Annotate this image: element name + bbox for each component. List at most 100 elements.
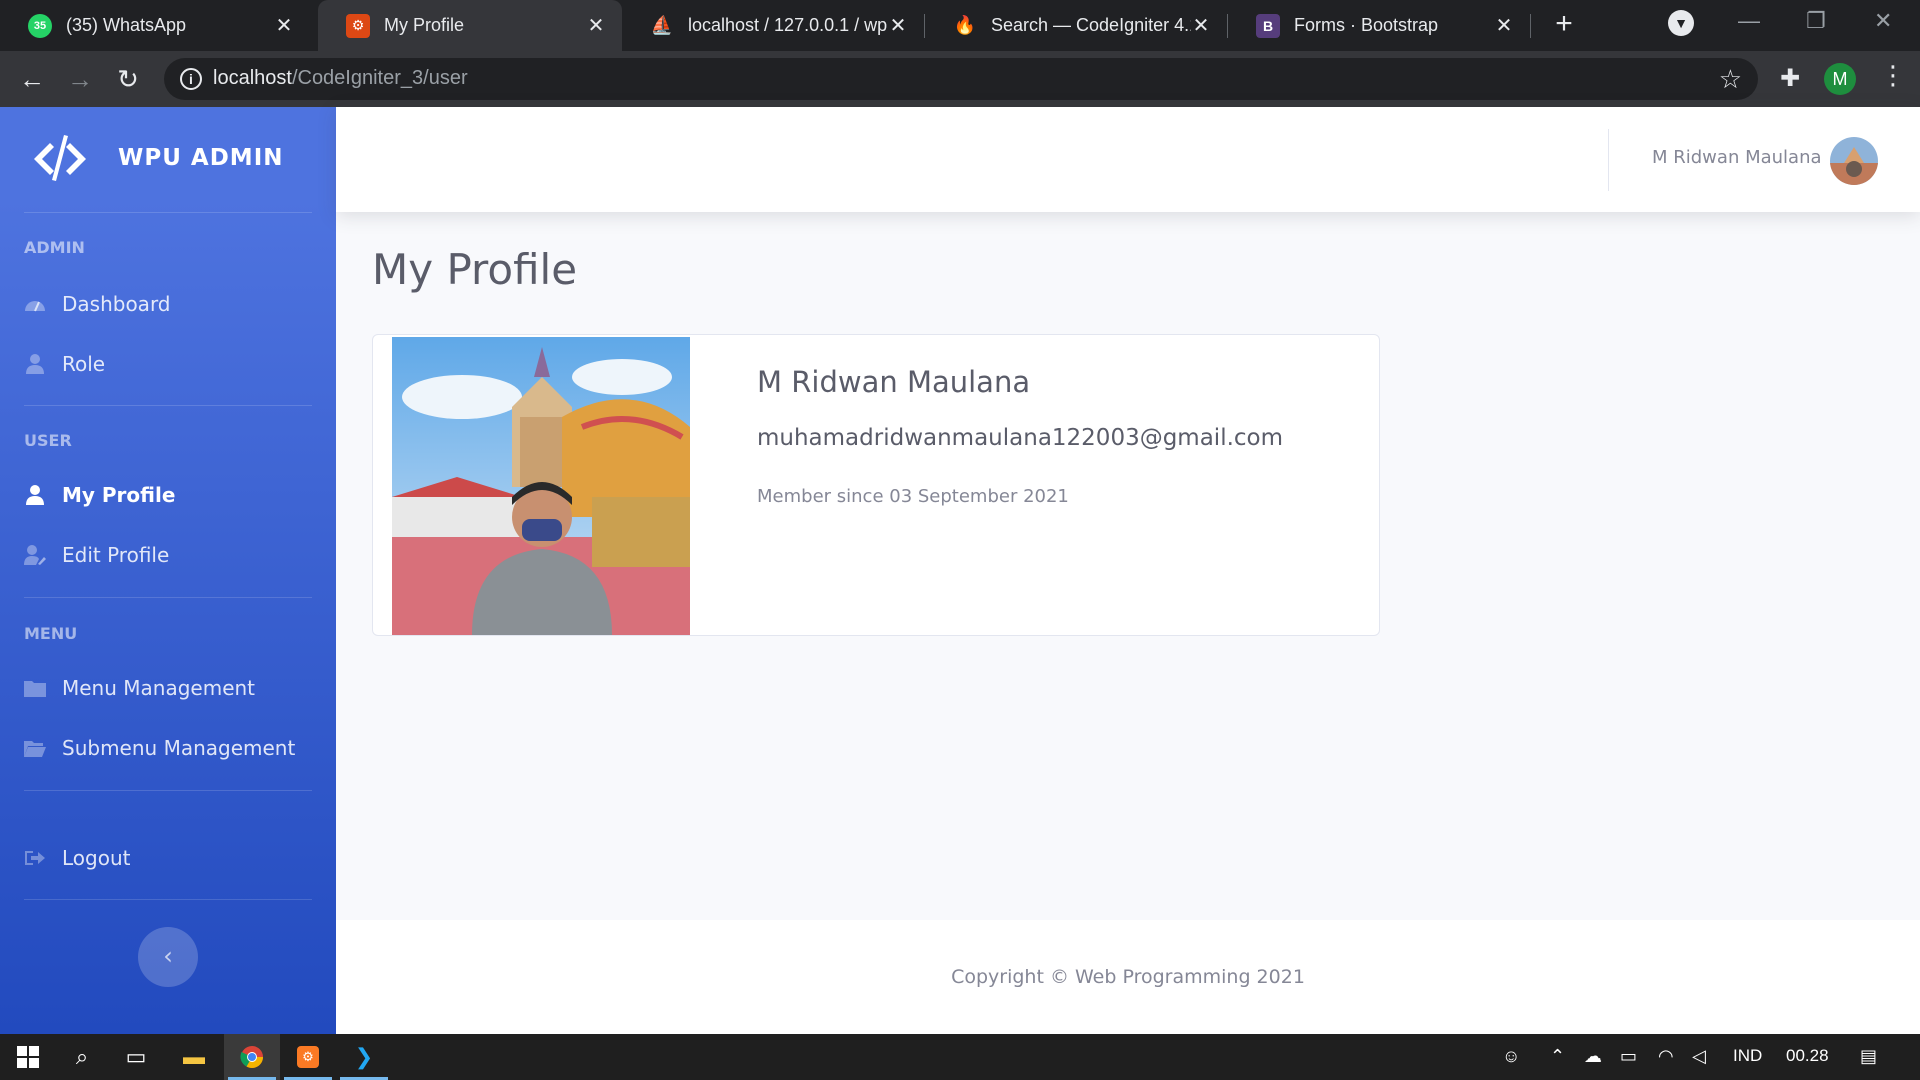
- sidebar-heading-user: USER: [24, 431, 72, 450]
- topbar-user-name[interactable]: M Ridwan Maulana: [1652, 147, 1822, 168]
- clock[interactable]: 00.28: [1786, 1046, 1829, 1066]
- whatsapp-icon: 35: [28, 13, 52, 38]
- url-text: localhost/CodeIgniter_3/user: [213, 67, 468, 90]
- search-icon[interactable]: ⌕: [54, 1034, 110, 1080]
- brand-name: WPU ADMIN: [118, 145, 284, 171]
- sidebar-item-role[interactable]: Role: [24, 344, 105, 384]
- tab-search-icon[interactable]: ▼: [1668, 10, 1694, 36]
- phpmyadmin-icon: ⛵: [650, 15, 674, 35]
- footer: Copyright © Web Programming 2021: [336, 920, 1920, 1034]
- sidebar-divider: [24, 597, 312, 598]
- browser-menu-icon[interactable]: ⋮: [1880, 60, 1906, 91]
- task-view-icon[interactable]: ▭: [108, 1034, 164, 1080]
- dashboard-icon: [24, 293, 46, 315]
- address-bar[interactable]: i localhost/CodeIgniter_3/user ☆: [164, 58, 1758, 100]
- profile-photo: [392, 337, 690, 635]
- tab-my-profile[interactable]: ⚙ My Profile ✕: [318, 0, 622, 51]
- windows-start-icon[interactable]: [0, 1034, 56, 1080]
- battery-icon[interactable]: ▭: [1620, 1046, 1637, 1067]
- sidebar-item-menu-management[interactable]: Menu Management: [24, 668, 255, 708]
- sidebar-item-label: Submenu Management: [62, 736, 296, 760]
- notification-center-icon[interactable]: ▤: [1860, 1046, 1877, 1067]
- close-tab-icon[interactable]: ✕: [274, 16, 294, 36]
- topbar-divider: [1608, 129, 1609, 191]
- codeigniter-icon: ⚙: [346, 13, 370, 38]
- sidebar-divider: [24, 212, 312, 213]
- close-tab-icon[interactable]: ✕: [1191, 16, 1211, 36]
- url-host: localhost: [213, 67, 292, 89]
- profile-member-since: Member since 03 September 2021: [757, 486, 1069, 507]
- sidebar-item-dashboard[interactable]: Dashboard: [24, 284, 171, 324]
- onedrive-error-icon[interactable]: ☁: [1584, 1046, 1602, 1067]
- browser-profile-avatar[interactable]: M: [1824, 63, 1856, 95]
- tab-title: localhost / 127.0.0.1 / wpu: [688, 15, 888, 35]
- page-title: My Profile: [372, 245, 578, 294]
- bootstrap-icon: B: [1256, 13, 1280, 38]
- site-info-icon[interactable]: i: [180, 68, 202, 90]
- browser-toolbar: ← → ↻ i localhost/CodeIgniter_3/user ☆: [0, 51, 1920, 107]
- close-window-icon[interactable]: ✕: [1874, 8, 1892, 34]
- folder-icon: [24, 677, 46, 699]
- close-tab-icon[interactable]: ✕: [888, 16, 908, 36]
- windows-taskbar: ⌕ ▭ ▬ ⚙ ❯ ☺ ⌃ ☁ ▭ ◠ ◁ IND 00.28 ▤: [0, 1034, 1920, 1080]
- user-icon: [24, 484, 46, 506]
- chevron-up-icon[interactable]: ⌃: [1550, 1046, 1565, 1067]
- sidebar-item-submenu-management[interactable]: Submenu Management: [24, 728, 295, 768]
- tab-phpmyadmin[interactable]: ⛵ localhost / 127.0.0.1 / wpu ✕: [622, 0, 924, 51]
- reload-icon[interactable]: ↻: [112, 63, 144, 95]
- page-content: WPU ADMIN ADMIN Dashboard Role USER My P…: [0, 107, 1920, 1034]
- profile-name: M Ridwan Maulana: [757, 365, 1031, 399]
- sidebar-divider: [24, 405, 312, 406]
- sidebar-divider: [24, 790, 312, 791]
- language-indicator[interactable]: IND: [1733, 1046, 1762, 1066]
- file-explorer-icon[interactable]: ▬: [166, 1034, 222, 1080]
- restore-icon[interactable]: ❐: [1806, 8, 1826, 34]
- sidebar-item-label: Dashboard: [62, 292, 171, 316]
- sidebar-heading-admin: ADMIN: [24, 238, 85, 257]
- profile-card: M Ridwan Maulana muhamadridwanmaulana122…: [372, 334, 1380, 636]
- vscode-icon[interactable]: ❯: [336, 1034, 392, 1080]
- chevron-left-icon: ‹: [163, 942, 173, 970]
- browser-tab-bar: 35 (35) WhatsApp ✕ ⚙ My Profile ✕ ⛵ loca…: [0, 0, 1920, 51]
- sidebar-item-label: My Profile: [62, 483, 176, 507]
- sidebar-item-my-profile[interactable]: My Profile: [24, 475, 175, 515]
- chrome-icon[interactable]: [224, 1034, 280, 1080]
- extensions-puzzle-icon[interactable]: ✚: [1780, 64, 1800, 93]
- tab-whatsapp[interactable]: 35 (35) WhatsApp ✕: [0, 0, 310, 51]
- codeigniter-flame-icon: 🔥: [953, 15, 977, 35]
- topbar-user-avatar[interactable]: [1830, 137, 1878, 185]
- tab-separator: [1530, 14, 1531, 38]
- close-tab-icon[interactable]: ✕: [586, 16, 606, 36]
- tab-title: My Profile: [384, 15, 465, 35]
- tab-codeigniter-search[interactable]: 🔥 Search — CodeIgniter 4.1 ✕: [925, 0, 1227, 51]
- wifi-icon[interactable]: ◠: [1658, 1046, 1674, 1067]
- sidebar-item-label: Menu Management: [62, 676, 256, 700]
- sidebar-brand[interactable]: WPU ADMIN: [30, 131, 284, 185]
- sidebar-toggle-button[interactable]: ‹: [138, 927, 198, 987]
- sidebar-item-label: Role: [62, 352, 106, 376]
- forward-icon[interactable]: →: [64, 63, 96, 95]
- tab-title: Search — CodeIgniter 4.1: [991, 15, 1191, 35]
- sidebar-heading-menu: MENU: [24, 624, 78, 643]
- tab-title: (35) WhatsApp: [66, 15, 187, 35]
- volume-icon[interactable]: ◁: [1692, 1046, 1706, 1067]
- back-icon[interactable]: ←: [16, 63, 48, 95]
- bookmark-star-icon[interactable]: ☆: [1719, 64, 1742, 95]
- sidebar-item-label: Edit Profile: [62, 543, 170, 567]
- topbar: M Ridwan Maulana: [336, 107, 1920, 212]
- people-icon[interactable]: ☺: [1502, 1046, 1520, 1067]
- new-tab-button[interactable]: +: [1548, 9, 1580, 41]
- sidebar-item-edit-profile[interactable]: Edit Profile: [24, 535, 169, 575]
- folder-open-icon: [24, 737, 46, 759]
- code-logo-icon: [34, 135, 86, 181]
- sidebar-item-label: Logout: [62, 846, 131, 870]
- minimize-icon[interactable]: —: [1738, 8, 1760, 34]
- sidebar-item-logout[interactable]: Logout: [24, 838, 130, 878]
- xampp-icon[interactable]: ⚙: [280, 1034, 336, 1080]
- url-path: /CodeIgniter_3/user: [291, 67, 468, 89]
- profile-email: muhamadridwanmaulana122003@gmail.com: [757, 425, 1284, 451]
- tab-bootstrap-forms[interactable]: B Forms · Bootstrap ✕: [1228, 0, 1530, 51]
- sidebar-divider: [24, 899, 312, 900]
- close-tab-icon[interactable]: ✕: [1494, 16, 1514, 36]
- user-tie-icon: [24, 353, 46, 375]
